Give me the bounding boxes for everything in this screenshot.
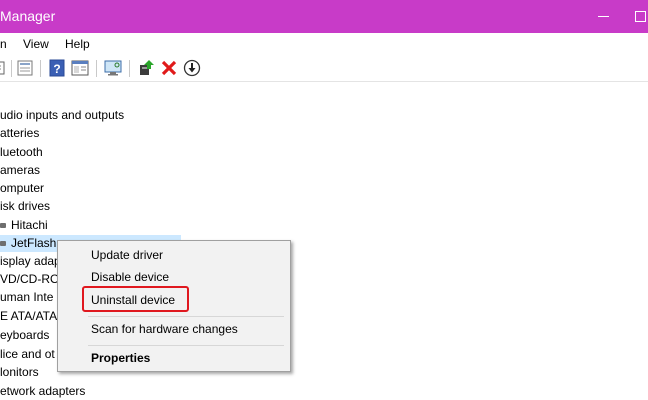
maximize-icon[interactable]: [635, 11, 646, 22]
scan-hardware-icon[interactable]: [103, 58, 123, 78]
menu-separator: [88, 316, 284, 317]
toolbar: ?: [0, 55, 648, 82]
tree-item-jetflash[interactable]: JetFlash: [11, 234, 56, 252]
title-bar: Manager: [0, 0, 648, 33]
tree-item-human-interface[interactable]: uman Inte: [0, 288, 53, 306]
tree-item-audio[interactable]: udio inputs and outputs: [0, 106, 124, 124]
tree-item-monitors[interactable]: lonitors: [0, 363, 39, 381]
tree-item-bluetooth[interactable]: luetooth: [0, 143, 43, 161]
tree-item-cameras[interactable]: ameras: [0, 161, 40, 179]
svg-text:?: ?: [53, 62, 60, 76]
tree-item-ide-ata[interactable]: E ATA/ATA: [0, 307, 57, 325]
tree-item-computer[interactable]: omputer: [0, 179, 44, 197]
show-hidden-icon[interactable]: [70, 58, 90, 78]
menu-help[interactable]: Help: [65, 37, 90, 51]
tree-item-disk-drives[interactable]: isk drives: [0, 197, 50, 215]
drive-icon: [0, 241, 6, 246]
tree-item-batteries[interactable]: atteries: [0, 124, 39, 142]
tree-item-network-adapters[interactable]: etwork adapters: [0, 382, 85, 400]
disable-icon[interactable]: [182, 58, 202, 78]
tree-item-hitachi[interactable]: Hitachi: [11, 216, 48, 234]
menu-separator: [88, 345, 284, 346]
toolbar-separator: [129, 60, 130, 77]
properties-icon[interactable]: [15, 58, 35, 78]
menu-item-disable-device[interactable]: Disable device: [91, 270, 169, 284]
tree-item-keyboards[interactable]: eyboards: [0, 326, 49, 344]
menu-item-properties[interactable]: Properties: [91, 351, 150, 365]
menu-action[interactable]: n: [0, 37, 7, 51]
window-title: Manager: [0, 8, 56, 24]
menu-item-update-driver[interactable]: Update driver: [91, 248, 163, 262]
uninstall-highlight-box: [82, 286, 189, 312]
tree-item-mice[interactable]: lice and ot: [0, 345, 55, 363]
uninstall-icon[interactable]: [159, 58, 179, 78]
tree-item-dvd-cdrom[interactable]: VD/CD-RO: [0, 270, 59, 288]
drive-icon: [0, 223, 6, 228]
menu-bar: n View Help: [0, 33, 648, 55]
context-menu: Update driver Disable device Uninstall d…: [57, 240, 291, 372]
toolbar-separator: [11, 60, 12, 77]
toolbar-separator: [40, 60, 41, 77]
toolbar-separator: [96, 60, 97, 77]
minimize-icon[interactable]: [598, 16, 609, 17]
menu-view[interactable]: View: [23, 37, 49, 51]
menu-item-scan-hardware[interactable]: Scan for hardware changes: [91, 322, 238, 336]
back-icon[interactable]: [0, 58, 8, 78]
help-icon[interactable]: ?: [47, 58, 67, 78]
tree-item-display-adapters[interactable]: isplay adap: [0, 252, 61, 270]
update-driver-icon[interactable]: [136, 58, 156, 78]
